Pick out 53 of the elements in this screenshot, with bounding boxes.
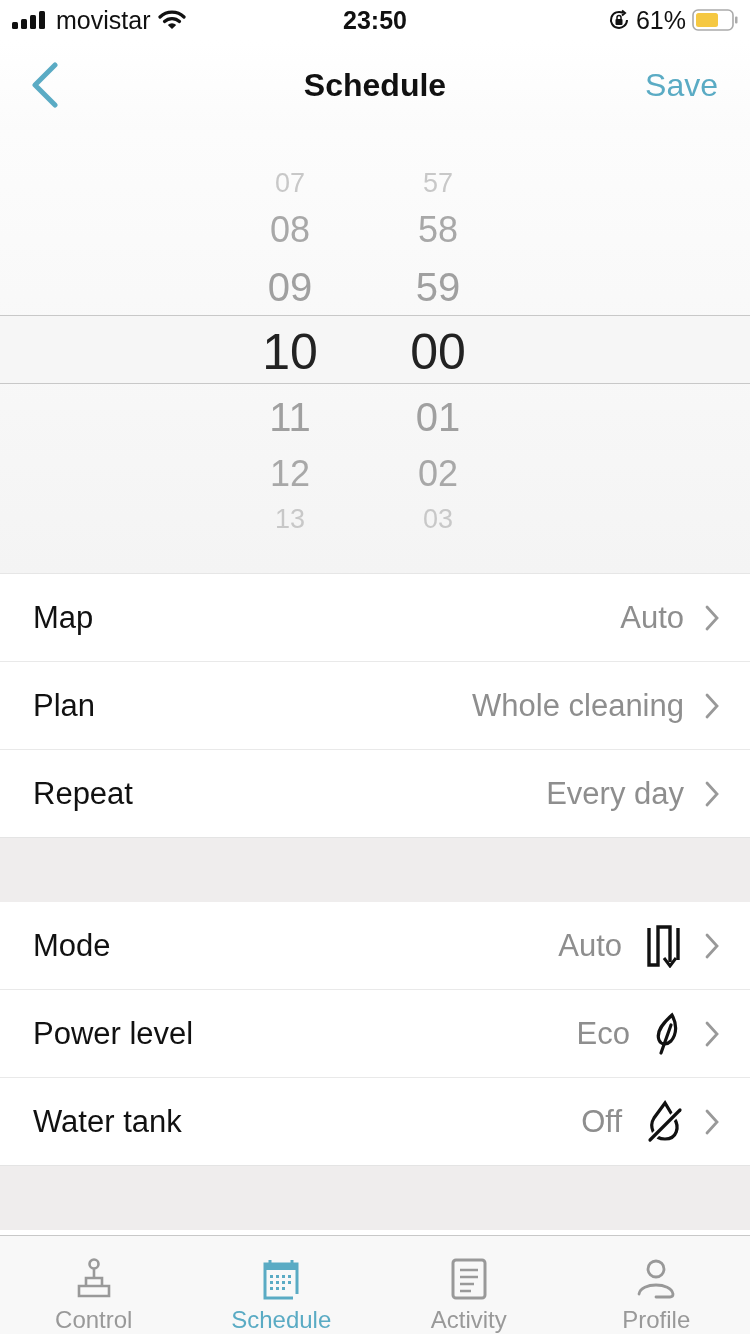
row-value: Off	[581, 1103, 622, 1140]
chevron-right-icon	[704, 1019, 720, 1048]
row-label: Plan	[33, 687, 97, 724]
clock-time: 23:50	[343, 5, 407, 35]
settings-row[interactable]: Water tank Off	[0, 1078, 750, 1165]
chevron-right-icon	[704, 931, 720, 960]
settings-row[interactable]: Power level Eco	[0, 990, 750, 1078]
picker-option[interactable]: 08	[269, 203, 310, 256]
settings-row[interactable]: Plan Whole cleaning	[0, 662, 750, 750]
row-value: Whole cleaning	[472, 687, 684, 724]
carrier-name: movistar	[56, 5, 151, 35]
row-label: Water tank	[33, 1103, 183, 1140]
person-icon	[636, 1258, 677, 1300]
chevron-right-icon	[704, 779, 720, 808]
wifi-icon	[158, 10, 187, 30]
battery-icon	[692, 9, 738, 31]
chevron-right-icon	[704, 603, 720, 632]
picker-option[interactable]: 01	[415, 385, 461, 448]
no-water-icon	[646, 1099, 684, 1144]
settings-row[interactable]: Map Auto	[0, 574, 750, 662]
tab-bar-item[interactable]: Activity	[393, 1236, 544, 1334]
row-label: Repeat	[33, 775, 134, 812]
row-value: Auto	[620, 599, 684, 636]
picker-option[interactable]: 58	[417, 203, 458, 256]
row-value: Auto	[558, 927, 622, 964]
settings-row[interactable]: Repeat Every day	[0, 750, 750, 837]
row-label: Power level	[33, 1015, 195, 1052]
tab-bar-item[interactable]: Schedule	[206, 1236, 357, 1334]
chevron-right-icon	[704, 1107, 720, 1136]
picker-option[interactable]: 00	[410, 317, 466, 386]
picker-option[interactable]: 02	[417, 447, 458, 500]
joystick-icon	[75, 1258, 112, 1300]
row-label: Map	[33, 599, 95, 636]
picker-option[interactable]: 59	[415, 255, 461, 318]
row-value: Eco	[576, 1015, 630, 1052]
rotation-lock-icon	[607, 9, 630, 31]
back-icon[interactable]	[30, 62, 60, 108]
picker-option[interactable]: 10	[262, 317, 318, 386]
page-title: Schedule	[302, 66, 448, 104]
picker-option[interactable]: 11	[269, 385, 311, 448]
document-icon	[450, 1258, 487, 1300]
settings-row[interactable]: Mode Auto	[0, 902, 750, 990]
row-label: Mode	[33, 927, 112, 964]
picker-option[interactable]: 12	[269, 447, 310, 500]
save-button[interactable]: Save	[643, 62, 720, 108]
calendar-icon	[261, 1258, 302, 1300]
row-value: Every day	[546, 775, 684, 812]
chevron-right-icon	[704, 691, 720, 720]
tab-bar-item[interactable]: Control	[18, 1236, 169, 1334]
tab-bar-item[interactable]: Profile	[581, 1236, 732, 1334]
signal-icon	[12, 11, 48, 29]
battery-percent: 61%	[635, 5, 686, 35]
picker-option[interactable]: 09	[267, 255, 313, 318]
